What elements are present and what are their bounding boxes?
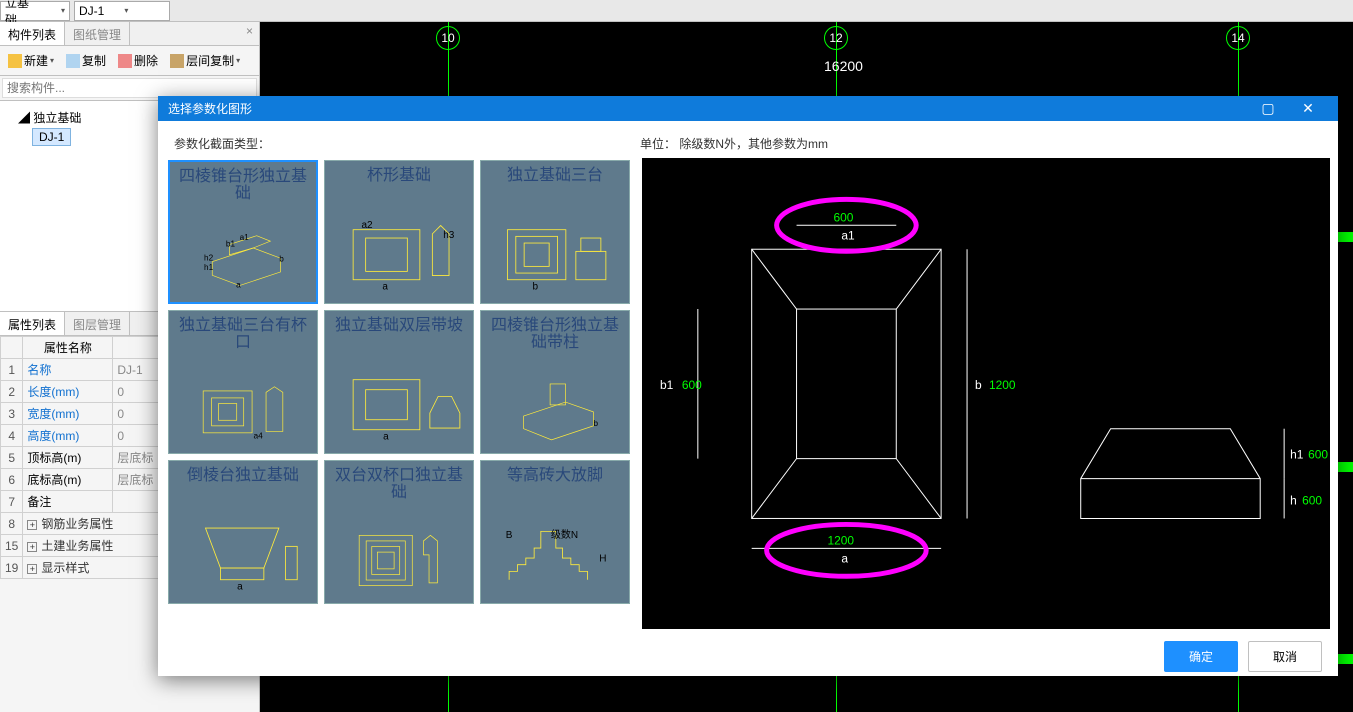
dim-b1-val: 600 <box>682 377 702 391</box>
shape-option[interactable]: 双台双杯口独立基础 <box>324 460 474 604</box>
category-dropdown[interactable]: 立基础 ▾ <box>0 1 70 21</box>
col-name: 属性名称 <box>23 337 113 359</box>
svg-text:a: a <box>236 280 241 289</box>
dialog-footer: 确定 取消 <box>158 637 1338 676</box>
shape-title: 独立基础三台有杯口 <box>173 317 313 352</box>
dim-h-val: 600 <box>1302 493 1322 507</box>
grid-bubble-14: 14 <box>1226 26 1250 50</box>
dim-a1-val: 600 <box>833 210 853 224</box>
shape-title: 独立基础三台 <box>507 167 603 185</box>
shape-title: 双台双杯口独立基础 <box>329 467 469 502</box>
copy-button[interactable]: 复制 <box>62 50 110 71</box>
svg-text:a1: a1 <box>240 233 250 242</box>
unit-label: 单位： 除级数N外，其他参数为mm <box>640 135 828 152</box>
type-label: 参数化截面类型： <box>174 135 270 152</box>
component-toolbar: 新建▾ 复制 删除 层间复制▾ <box>0 46 259 76</box>
dim-b-lbl: b <box>975 377 982 391</box>
dialog-titlebar[interactable]: 选择参数化图形 ▢ ✕ <box>158 96 1338 121</box>
shape-preview[interactable]: 600 a1 b1 600 b 1200 1200 a <box>642 158 1330 630</box>
top-toolbar: 立基础 ▾ DJ-1 ▾ <box>0 0 1353 22</box>
tab-component-list[interactable]: 构件列表 <box>0 22 65 45</box>
shape-title: 倒棱台独立基础 <box>187 467 299 485</box>
tab-layer-mgmt[interactable]: 图层管理 <box>65 312 130 335</box>
svg-text:a4: a4 <box>253 430 263 440</box>
close-icon[interactable]: ✕ <box>1288 100 1328 117</box>
svg-text:b: b <box>593 418 598 428</box>
close-icon[interactable]: × <box>246 24 253 38</box>
svg-text:级数N: 级数N <box>551 528 578 541</box>
dim-h-lbl: h <box>1290 493 1297 507</box>
shape-option[interactable]: 四棱锥台形独立基础带柱 b <box>480 310 630 454</box>
chevron-down-icon: ▾ <box>61 6 65 15</box>
left-tabs: 构件列表 图纸管理 × <box>0 22 259 46</box>
cancel-button[interactable]: 取消 <box>1248 641 1322 672</box>
grid-bubble-10: 10 <box>436 26 460 50</box>
svg-text:h3: h3 <box>443 230 455 241</box>
svg-text:h1: h1 <box>204 263 214 272</box>
svg-text:a2: a2 <box>361 220 373 231</box>
maximize-icon[interactable]: ▢ <box>1248 100 1288 117</box>
shape-option[interactable]: 独立基础三台 b <box>480 160 630 304</box>
shape-title: 杯形基础 <box>367 167 431 185</box>
dim-h1-val: 600 <box>1308 447 1328 461</box>
component-value: DJ-1 <box>79 4 104 18</box>
chevron-down-icon: ▾ <box>124 6 128 15</box>
svg-text:a: a <box>382 282 388 293</box>
svg-text:h2: h2 <box>204 253 214 262</box>
shape-option[interactable]: 等高砖大放脚 B H 级数N <box>480 460 630 604</box>
shape-title: 独立基础双层带坡 <box>335 317 463 335</box>
shape-option[interactable]: 杯形基础 a a2 h3 <box>324 160 474 304</box>
tab-properties[interactable]: 属性列表 <box>0 312 65 335</box>
svg-text:b: b <box>532 282 538 293</box>
tab-drawing-mgmt[interactable]: 图纸管理 <box>65 22 130 45</box>
layer-copy-button[interactable]: 层间复制▾ <box>166 50 244 71</box>
svg-text:a: a <box>237 582 243 593</box>
shape-title: 四棱锥台形独立基础 <box>174 168 312 203</box>
component-dropdown[interactable]: DJ-1 ▾ <box>74 1 170 21</box>
svg-text:H: H <box>599 554 606 565</box>
tree-child-dj1[interactable]: DJ-1 <box>32 128 71 146</box>
shape-title: 等高砖大放脚 <box>507 467 603 485</box>
dim-a-lbl: a <box>841 551 848 565</box>
shape-option[interactable]: 独立基础三台有杯口 a4 <box>168 310 318 454</box>
ok-button[interactable]: 确定 <box>1164 641 1238 672</box>
svg-text:b: b <box>279 254 284 263</box>
dim-a1-lbl: a1 <box>841 228 855 242</box>
delete-button[interactable]: 删除 <box>114 50 162 71</box>
dimension-text: 16200 <box>824 58 863 74</box>
dialog-title: 选择参数化图形 <box>168 100 252 117</box>
new-button[interactable]: 新建▾ <box>4 50 58 71</box>
param-shape-dialog: 选择参数化图形 ▢ ✕ 参数化截面类型： 单位： 除级数N外，其他参数为mm 四… <box>158 96 1338 676</box>
dim-b1-lbl: b1 <box>660 377 674 391</box>
shape-option[interactable]: 四棱锥台形独立基础 a b h1h2 a1 b1 <box>168 160 318 304</box>
dim-b-val: 1200 <box>989 377 1016 391</box>
shape-grid: 四棱锥台形独立基础 abh1h2a1b1杯形基础 aa2h3独立基础三台 b独立… <box>166 158 638 630</box>
search-input[interactable] <box>2 78 257 98</box>
dim-h1-lbl: h1 <box>1290 447 1304 461</box>
dim-a-val: 1200 <box>827 533 854 547</box>
svg-text:a: a <box>383 432 389 443</box>
shape-title: 四棱锥台形独立基础带柱 <box>485 317 625 352</box>
svg-text:B: B <box>506 530 513 541</box>
shape-option[interactable]: 独立基础双层带坡 a <box>324 310 474 454</box>
grid-bubble-12: 12 <box>824 26 848 50</box>
shape-option[interactable]: 倒棱台独立基础 a <box>168 460 318 604</box>
dialog-header: 参数化截面类型： 单位： 除级数N外，其他参数为mm <box>158 121 1338 158</box>
svg-text:b1: b1 <box>226 239 236 248</box>
